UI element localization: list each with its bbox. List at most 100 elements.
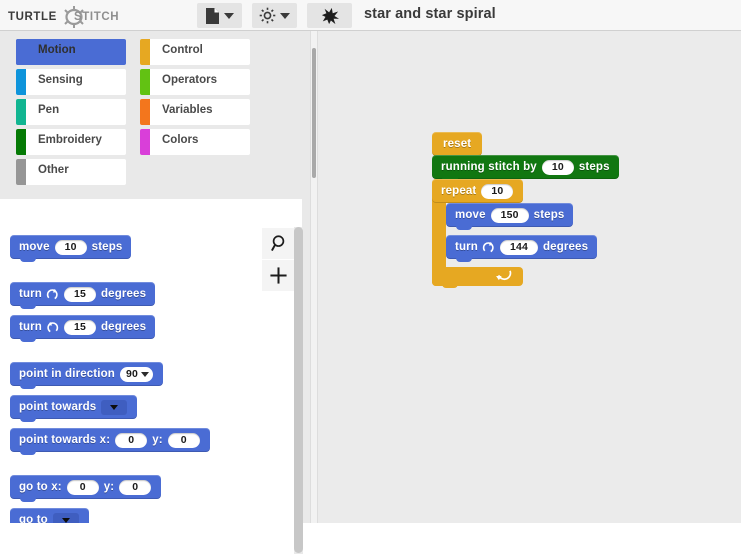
block-label: degrees xyxy=(100,321,147,333)
palette-block-go-to[interactable]: go to xyxy=(10,508,89,523)
block-label: repeat xyxy=(441,185,477,197)
palette-block-move[interactable]: move 10 steps xyxy=(10,235,132,262)
file-menu-button[interactable] xyxy=(197,3,242,28)
top-toolbar: TURTLE STITCH star and star spiral xyxy=(0,0,741,31)
project-title: star and star spiral xyxy=(364,6,496,22)
turn-degrees-input[interactable]: 144 xyxy=(499,239,538,255)
direction-dropdown[interactable]: 90 xyxy=(119,366,153,382)
block-notch xyxy=(20,451,36,455)
stitch-preview-button[interactable] xyxy=(307,3,352,28)
turn-clockwise-icon xyxy=(46,288,58,299)
go-to-dropdown[interactable] xyxy=(52,512,79,523)
category-variables[interactable]: Variables xyxy=(140,99,250,125)
palette-block-point-towards[interactable]: point towards xyxy=(10,395,138,422)
block-notch xyxy=(20,385,36,389)
category-other[interactable]: Other xyxy=(16,159,126,185)
move-steps-input[interactable]: 10 xyxy=(54,239,87,255)
category-label: Control xyxy=(162,44,203,56)
palette-block-go-to-xy[interactable]: go to x: 0 y: 0 xyxy=(10,475,162,502)
category-selector: Motion Sensing Pen Embroidery Other Cont… xyxy=(8,39,303,191)
gear-icon xyxy=(259,7,276,24)
block-label: turn xyxy=(455,241,478,253)
script-block-reset[interactable]: reset xyxy=(432,132,483,159)
category-color-swatch xyxy=(140,69,150,95)
palette-scrollbar-thumb[interactable] xyxy=(294,227,303,553)
block-label: reset xyxy=(443,138,472,150)
chevron-down-icon xyxy=(224,12,234,19)
category-label: Pen xyxy=(38,104,60,116)
palette-block-turn-left[interactable]: turn 15 degrees xyxy=(10,315,156,342)
palette-block-point-towards-xy[interactable]: point towards x: 0 y: 0 xyxy=(10,428,210,455)
block-notch xyxy=(456,226,472,230)
block-notch xyxy=(442,284,458,288)
chevron-down-icon xyxy=(140,371,149,377)
category-color-swatch xyxy=(16,39,26,65)
block-notch xyxy=(20,338,36,342)
settings-menu-button[interactable] xyxy=(252,3,297,28)
category-label: Variables xyxy=(162,104,213,116)
block-label: move xyxy=(455,209,486,221)
block-notch xyxy=(20,498,36,502)
palette-tools xyxy=(262,228,294,292)
point-towards-x-input[interactable]: 0 xyxy=(115,432,148,448)
category-sensing[interactable]: Sensing xyxy=(16,69,126,95)
category-color-swatch xyxy=(16,99,26,125)
loop-arrow-icon xyxy=(496,270,512,281)
chevron-down-icon xyxy=(61,517,70,523)
category-label: Colors xyxy=(162,134,199,146)
category-label: Embroidery xyxy=(38,134,102,146)
go-to-y-input[interactable]: 0 xyxy=(119,479,152,495)
category-color-swatch xyxy=(16,129,26,155)
block-notch xyxy=(20,418,36,422)
app-logo[interactable]: TURTLE STITCH xyxy=(8,6,138,28)
block-label: point towards xyxy=(19,401,97,413)
block-label: y: xyxy=(103,481,115,493)
script-block-running-stitch[interactable]: running stitch by 10 steps xyxy=(432,155,619,182)
category-color-swatch xyxy=(140,129,150,155)
block-label: degrees xyxy=(542,241,589,253)
logo-text-stitch: STITCH xyxy=(74,11,120,23)
turn-degrees-input[interactable]: 15 xyxy=(63,319,96,335)
go-to-x-input[interactable]: 0 xyxy=(66,479,99,495)
logo-text-turtle: TURTLE xyxy=(8,11,57,23)
turn-counterclockwise-icon xyxy=(47,321,59,332)
panel-divider-scrollbar-thumb[interactable] xyxy=(312,48,316,178)
category-embroidery[interactable]: Embroidery xyxy=(16,129,126,155)
script-block-move[interactable]: move 150 steps xyxy=(446,203,574,230)
category-control[interactable]: Control xyxy=(140,39,250,65)
scripting-area[interactable]: reset running stitch by 10 steps repeat … xyxy=(318,31,741,523)
point-towards-y-input[interactable]: 0 xyxy=(167,432,200,448)
block-label: turn xyxy=(19,321,42,333)
turn-clockwise-icon xyxy=(482,241,494,252)
category-motion[interactable]: Motion xyxy=(16,39,126,65)
block-palette-list[interactable]: move 10 steps turn 15 degrees turn 15 de… xyxy=(0,199,302,523)
block-notch xyxy=(20,258,36,262)
category-label: Other xyxy=(38,164,69,176)
category-operators[interactable]: Operators xyxy=(140,69,250,95)
search-icon[interactable] xyxy=(262,228,294,259)
palette-block-point-in-direction[interactable]: point in direction 90 xyxy=(10,362,163,389)
direction-dropdown-value: 90 xyxy=(125,368,138,380)
block-label: steps xyxy=(533,209,565,221)
block-label: go to x: xyxy=(19,481,62,493)
category-color-swatch xyxy=(140,39,150,65)
category-label: Operators xyxy=(162,74,217,86)
chevron-down-icon xyxy=(280,12,290,19)
category-pen[interactable]: Pen xyxy=(16,99,126,125)
block-label: move xyxy=(19,241,50,253)
category-colors[interactable]: Colors xyxy=(140,129,250,155)
chevron-down-icon xyxy=(110,404,119,410)
file-page-icon xyxy=(206,7,219,24)
plus-icon[interactable] xyxy=(262,260,294,291)
palette-block-turn-right[interactable]: turn 15 degrees xyxy=(10,282,156,309)
repeat-header[interactable]: repeat 10 xyxy=(432,179,523,203)
block-notch xyxy=(456,258,472,262)
block-label: point towards x: xyxy=(19,434,111,446)
turn-degrees-input[interactable]: 15 xyxy=(63,286,96,302)
repeat-count-input[interactable]: 10 xyxy=(481,183,514,199)
target-dropdown[interactable] xyxy=(101,399,128,415)
block-label: degrees xyxy=(100,288,147,300)
running-stitch-steps-input[interactable]: 10 xyxy=(541,159,574,175)
move-steps-input[interactable]: 150 xyxy=(490,207,529,223)
script-block-turn[interactable]: turn 144 degrees xyxy=(446,235,598,262)
